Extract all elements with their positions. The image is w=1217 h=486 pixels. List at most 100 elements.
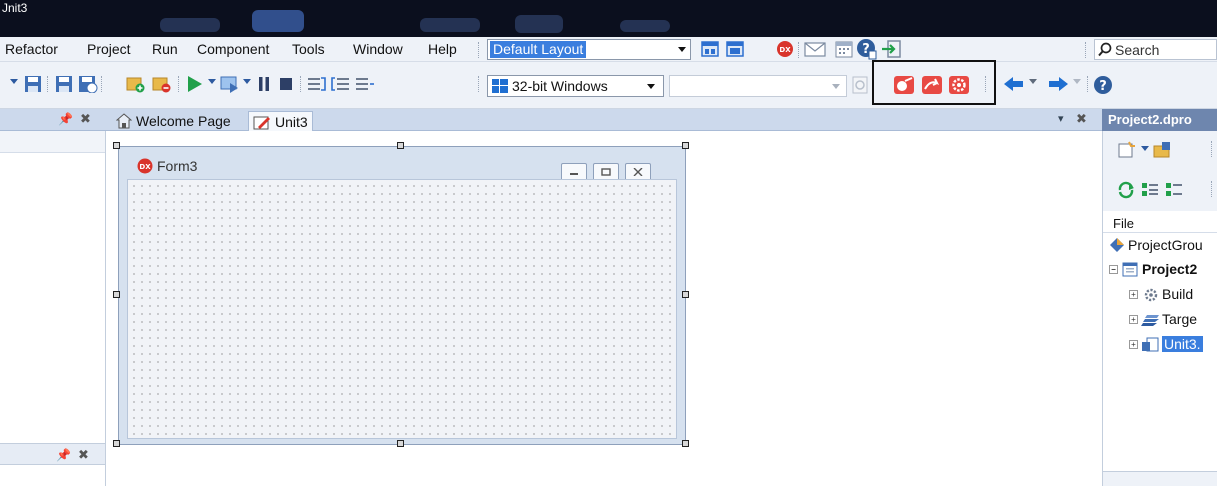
separator	[101, 76, 102, 92]
tree-node-projectgroup[interactable]: ProjectGrou	[1109, 237, 1203, 253]
home-icon	[116, 113, 132, 129]
save-desktop-icon[interactable]	[701, 40, 719, 58]
menu-component[interactable]: Component	[197, 41, 269, 57]
editor-tab-strip: 📌 ✖ Welcome Page Unit3 ▾ ✖	[0, 109, 1217, 131]
form-titlebar[interactable]: DX Form3	[119, 147, 685, 181]
run-icon[interactable]	[186, 74, 204, 94]
run-until-return-icon[interactable]	[355, 75, 375, 93]
chevron-down-icon	[647, 84, 655, 89]
layout-combo-value: Default Layout	[490, 41, 587, 58]
resize-handle[interactable]	[113, 142, 120, 149]
blurred-icon	[620, 20, 670, 32]
arrow-left-icon[interactable]	[1003, 75, 1025, 93]
open-item-icon[interactable]	[1152, 141, 1172, 159]
expand-all-icon[interactable]	[1141, 181, 1159, 199]
save-all-icon[interactable]	[55, 75, 73, 93]
tab-welcome-label: Welcome Page	[136, 113, 231, 129]
calendar-icon[interactable]	[834, 39, 854, 59]
project-icon	[1122, 262, 1138, 277]
menu-refactor[interactable]: Refactor	[5, 41, 58, 57]
arrow-right-icon[interactable]	[1047, 75, 1069, 93]
save-as-icon[interactable]	[78, 75, 98, 93]
separator	[1087, 76, 1088, 92]
build-config-combo[interactable]	[669, 75, 847, 97]
save-icon[interactable]	[24, 75, 42, 93]
separator	[798, 42, 799, 58]
set-debug-desktop-icon[interactable]	[726, 40, 744, 58]
remove-from-project-icon[interactable]	[152, 75, 172, 93]
chevron-down-icon[interactable]: ▾	[1058, 112, 1064, 125]
sync-icon[interactable]	[1117, 181, 1135, 199]
separator	[300, 76, 301, 92]
layout-combo[interactable]: Default Layout	[487, 39, 691, 60]
resize-handle[interactable]	[113, 291, 120, 298]
refresh-icon[interactable]	[852, 76, 868, 94]
resize-handle[interactable]	[682, 440, 689, 447]
menu-window[interactable]: Window	[353, 41, 403, 57]
mail-icon[interactable]	[804, 41, 826, 57]
close-icon[interactable]: ✖	[80, 111, 91, 127]
new-item-icon[interactable]	[1117, 141, 1137, 159]
search-placeholder: Search	[1115, 42, 1160, 58]
highlight-box	[872, 60, 996, 105]
tree-node-project2[interactable]: − Project2	[1109, 261, 1197, 277]
separator	[47, 76, 48, 92]
chevron-down-icon[interactable]	[1073, 79, 1081, 85]
menu-help[interactable]: Help	[428, 41, 457, 57]
stop-icon[interactable]	[279, 77, 293, 91]
sign-in-icon[interactable]	[880, 39, 902, 59]
menu-project[interactable]: Project	[87, 41, 131, 57]
menu-bar: Refactor Project Run Component Tools Win…	[0, 37, 1217, 62]
chevron-down-icon[interactable]	[243, 79, 251, 85]
dx-logo-icon[interactable]: DX	[776, 40, 794, 58]
gear-icon	[1144, 288, 1158, 302]
help-icon[interactable]: ?	[1093, 75, 1113, 95]
tree-node-target[interactable]: + Targe	[1129, 311, 1197, 327]
pin-icon[interactable]: 📌	[56, 448, 71, 462]
help-icon[interactable]: ?	[856, 38, 878, 60]
expand-icon[interactable]: +	[1129, 289, 1138, 299]
tree-column-header: File	[1113, 216, 1134, 231]
trace-into-icon[interactable]	[307, 75, 327, 93]
menu-tools[interactable]: Tools	[292, 41, 325, 57]
menu-run[interactable]: Run	[152, 41, 178, 57]
resize-handle[interactable]	[397, 440, 404, 447]
resize-handle[interactable]	[397, 142, 404, 149]
window-title: Jnit3	[2, 1, 28, 15]
tree-node-unit3[interactable]: + Unit3.	[1129, 336, 1203, 352]
target-platform-combo[interactable]: 32-bit Windows	[487, 75, 664, 97]
search-icon	[1098, 42, 1112, 57]
expand-icon[interactable]: +	[1129, 314, 1138, 324]
pin-icon[interactable]: 📌	[58, 112, 73, 126]
form-window[interactable]: DX Form3	[118, 146, 686, 445]
left-panel-strip	[0, 131, 105, 153]
pause-icon[interactable]	[257, 76, 271, 92]
chevron-down-icon[interactable]	[10, 79, 18, 85]
run-without-debug-icon[interactable]	[220, 75, 240, 93]
divider	[1103, 232, 1217, 233]
tab-unit3[interactable]: Unit3	[248, 111, 313, 131]
chevron-down-icon[interactable]	[1141, 146, 1149, 152]
step-over-icon[interactable]	[331, 75, 351, 93]
close-icon[interactable]: ✖	[78, 447, 89, 463]
close-icon[interactable]: ✖	[1076, 111, 1087, 127]
chevron-down-icon[interactable]	[208, 79, 216, 85]
tab-welcome-page[interactable]: Welcome Page	[112, 111, 235, 131]
add-to-project-icon[interactable]	[126, 75, 146, 93]
collapse-icon[interactable]: −	[1109, 264, 1118, 274]
resize-handle[interactable]	[682, 291, 689, 298]
resize-handle[interactable]	[113, 440, 120, 447]
tree-node-build[interactable]: + Build	[1129, 286, 1193, 302]
tree-node-label: Unit3.	[1162, 336, 1203, 352]
resize-handle[interactable]	[682, 142, 689, 149]
search-input[interactable]: Search	[1094, 39, 1217, 60]
form-unit-icon	[253, 116, 270, 129]
chevron-down-icon[interactable]	[1029, 79, 1037, 85]
windows-logo-icon	[492, 79, 508, 93]
project-manager-panel: File ProjectGrou − Project2 + Build + Ta…	[1102, 131, 1217, 486]
left-panel-lower-header: 📌 ✖	[0, 443, 105, 465]
collapse-all-icon[interactable]	[1165, 181, 1183, 199]
separator	[1085, 42, 1086, 58]
expand-icon[interactable]: +	[1129, 339, 1138, 349]
form-client-area[interactable]	[127, 179, 677, 439]
